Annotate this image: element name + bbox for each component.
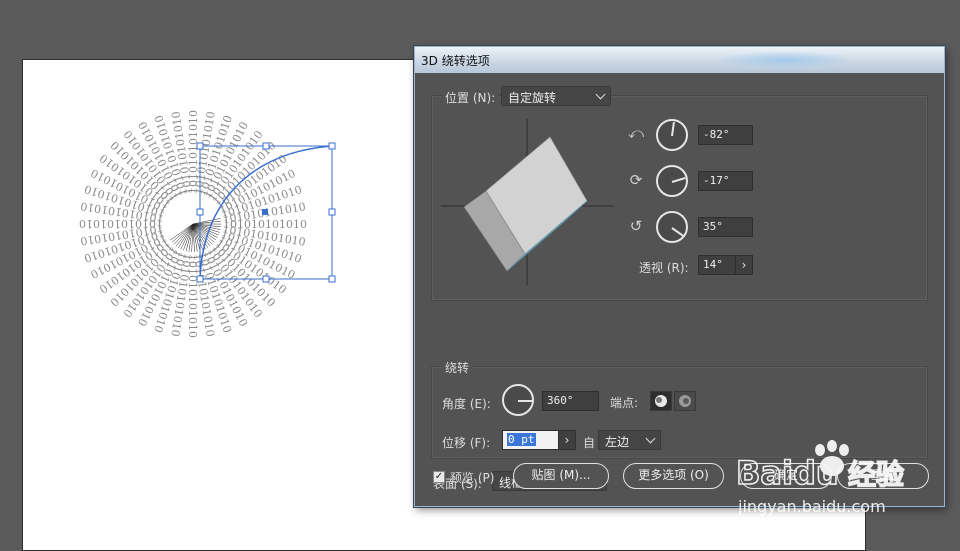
cube-preview[interactable]: [439, 117, 619, 287]
offset-field[interactable]: 0 pt: [502, 430, 559, 450]
offset-label: 位移 (F):: [442, 434, 490, 451]
selection-handle[interactable]: [197, 209, 203, 215]
revolve-title: 绕转: [442, 359, 472, 376]
cap-off-icon: [675, 392, 695, 410]
converging-line: [193, 218, 220, 224]
z-rotation-field[interactable]: 35°: [698, 217, 753, 237]
more-options-button[interactable]: 更多选项 (O): [623, 463, 724, 489]
cap-label: 端点:: [610, 394, 638, 411]
angle-field[interactable]: 360°: [542, 391, 599, 411]
selection-handle[interactable]: [263, 143, 269, 149]
angle-dial-hand: [518, 400, 532, 402]
offset-value-selected: 0 pt: [507, 433, 536, 446]
z-rotation-dial[interactable]: [656, 211, 688, 243]
y-dial-hand: [672, 177, 686, 183]
converging-line: [193, 221, 221, 224]
baidu-jingyan-watermark: Baidu 经验 jingyan.baidu.com: [736, 436, 960, 526]
x-dial-hand: [671, 122, 675, 136]
dialog-title: 3D 绕转选项: [421, 52, 490, 69]
dialog-titlebar[interactable]: 3D 绕转选项: [415, 47, 944, 73]
perspective-arrow-button[interactable]: ›: [735, 255, 753, 275]
converging-line: [193, 224, 219, 235]
cap-on-icon: [651, 392, 671, 410]
center-point: [262, 209, 268, 215]
z-axis-rotate-icon: ↺: [627, 217, 645, 235]
x-axis-rotate-icon: ⤺: [627, 124, 645, 142]
selection-handle[interactable]: [197, 143, 203, 149]
x-rotation-field[interactable]: -82°: [698, 125, 753, 145]
cap-on-button[interactable]: [650, 391, 672, 411]
position-preset-value: 自定旋转: [508, 91, 556, 105]
map-art-button[interactable]: 贴图 (M)...: [513, 463, 609, 489]
cap-off-button[interactable]: [674, 391, 696, 411]
offset-arrow-button[interactable]: ›: [558, 430, 576, 450]
chevron-right-icon: ›: [565, 433, 570, 447]
y-rotation-dial[interactable]: [656, 165, 688, 197]
y-axis-rotate-icon: ⟳: [627, 171, 645, 189]
converging-line: [176, 224, 193, 246]
selection-handle[interactable]: [329, 143, 335, 149]
perspective-label: 透视 (R):: [639, 259, 689, 276]
angle-label: 角度 (E):: [442, 395, 491, 412]
preview-checkbox[interactable]: ✓: [433, 471, 445, 483]
selection-handle[interactable]: [329, 276, 335, 282]
checkmark-icon: ✓: [435, 471, 443, 482]
chevron-right-icon: ›: [742, 258, 747, 272]
selection-handle[interactable]: [197, 276, 203, 282]
watermark-url: jingyan.baidu.com: [737, 497, 886, 516]
chevron-down-icon: [646, 434, 656, 444]
chevron-down-icon: [596, 90, 606, 100]
x-rotation-dial[interactable]: [656, 119, 688, 151]
converging-line: [174, 224, 193, 244]
watermark-product: 经验: [848, 458, 904, 491]
perspective-field[interactable]: 14°: [698, 255, 736, 275]
revolve-angle-dial[interactable]: [502, 384, 534, 416]
selection-handle[interactable]: [329, 209, 335, 215]
y-rotation-field[interactable]: -17°: [698, 171, 753, 191]
position-preset-select[interactable]: 自定旋转: [501, 86, 611, 106]
preview-label: 预览 (P): [450, 469, 494, 486]
z-dial-hand: [671, 227, 684, 237]
from-value: 左边: [605, 435, 629, 449]
position-label: 位置 (N):: [442, 89, 498, 106]
selection-handle[interactable]: [263, 276, 269, 282]
from-select[interactable]: 左边: [598, 430, 661, 450]
from-label: 自: [583, 434, 595, 451]
